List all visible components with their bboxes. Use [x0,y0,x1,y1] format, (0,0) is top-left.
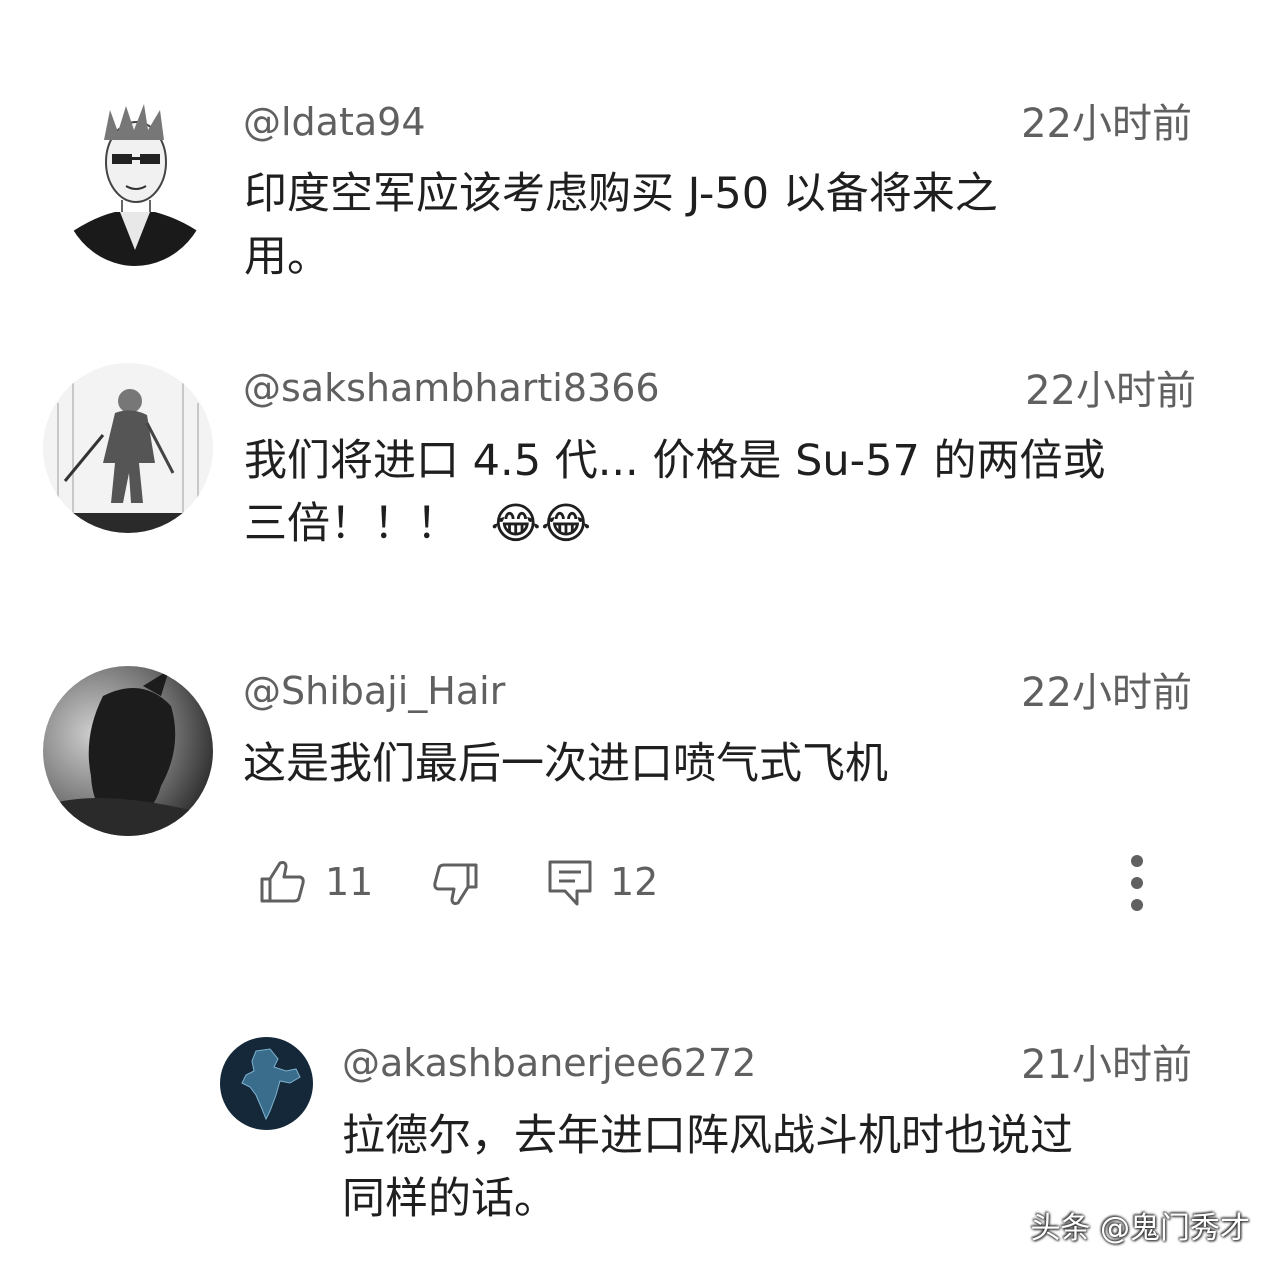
comment-text: 我们将进口 4.5 代... 价格是 Su-57 的两倍或 三倍！！！ 😂😂 [244,430,1224,556]
comment-username[interactable]: @ldata94 [243,98,426,146]
comment-username[interactable]: @sakshambharti8366 [243,364,660,412]
vertical-dots-icon [1131,855,1143,911]
avatar[interactable] [220,1037,313,1130]
watermark: 头条 @鬼门秀才 [1030,1211,1250,1246]
comment-timestamp: 22小时前 [1025,368,1196,414]
comment-text-line: 三倍！！！ 😂😂 [244,493,1224,556]
comment-text-line: 用。 [244,232,330,282]
comment-text: 印度空军应该考虑购买 J-50 以备将来之 用。 [244,163,1204,289]
comment-username[interactable]: @Shibaji_Hair [243,667,505,715]
avatar[interactable] [43,666,213,836]
comment-text-line: 我们将进口 4.5 代... 价格是 Su-57 的两倍或 [244,436,1106,486]
sketch-man-avatar-icon [60,100,210,266]
comment-icon [548,860,592,906]
comment-text-fragment: 三倍！！！ [244,499,459,549]
avatar[interactable] [60,100,210,266]
comment-action-bar: 11 12 [0,845,1280,925]
laughing-emoji-icon: 😂😂 [490,499,592,549]
comment-timestamp: 22小时前 [1021,101,1192,147]
samurai-avatar-icon [43,363,213,533]
reply-button[interactable] [545,857,595,907]
comment-text-line: 这是我们最后一次进口喷气式飞机 [243,739,888,789]
avatar[interactable] [43,363,213,533]
thumbs-up-icon [260,861,305,903]
thumbs-down-icon [433,863,478,905]
dark-figure-avatar-icon [43,666,213,836]
comment-text-line: 印度空军应该考虑购买 J-50 以备将来之 [244,169,998,219]
comment-text: 这是我们最后一次进口喷气式飞机 [243,733,1223,796]
reply-username[interactable]: @akashbanerjee6272 [342,1039,756,1087]
like-count: 11 [325,860,374,904]
india-map-avatar-icon [220,1037,313,1130]
comment-timestamp: 22小时前 [1021,670,1192,716]
more-options-button[interactable] [1112,853,1162,913]
reply-text-line: 拉德尔，去年进口阵风战斗机时也说过 [342,1111,1073,1161]
reply-count: 12 [610,860,659,904]
dislike-button[interactable] [430,859,480,909]
like-button[interactable] [258,857,308,907]
reply-timestamp: 21小时前 [1021,1042,1192,1088]
